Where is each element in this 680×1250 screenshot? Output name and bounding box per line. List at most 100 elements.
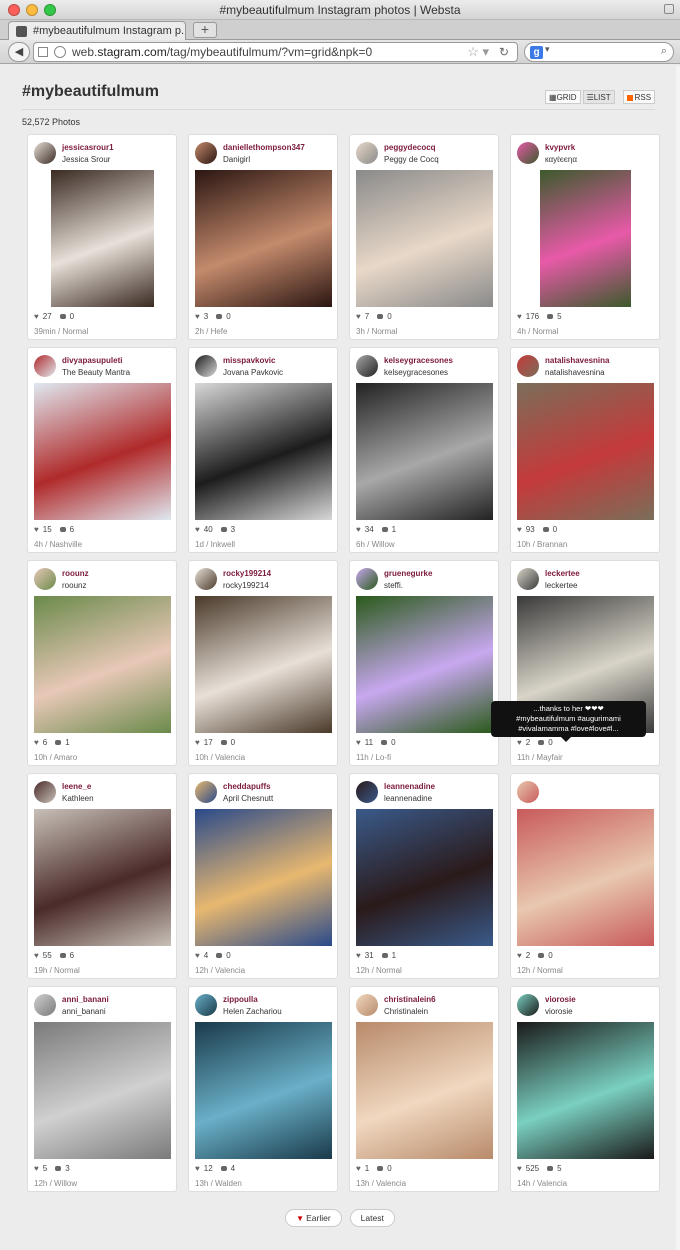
avatar[interactable]	[356, 142, 378, 164]
username-link[interactable]: kelseygracesones	[384, 356, 453, 365]
username-link[interactable]: roounz	[62, 569, 89, 578]
list-view-button[interactable]: ☰LIST	[582, 90, 615, 104]
photo-card[interactable]: leene_e Kathleen ♥ 55 6 19h / Normal	[27, 773, 177, 979]
comment-icon[interactable]	[538, 953, 545, 958]
heart-icon[interactable]: ♥	[517, 525, 522, 534]
photo-thumbnail[interactable]	[34, 170, 171, 307]
comment-icon[interactable]	[538, 740, 545, 745]
chevron-down-icon[interactable]: ▾	[545, 44, 550, 55]
avatar[interactable]	[34, 994, 56, 1016]
username-link[interactable]: viorosie	[545, 995, 576, 1004]
comment-icon[interactable]	[381, 740, 388, 745]
username-link[interactable]: jessicasrour1	[62, 143, 114, 152]
photo-card[interactable]: viorosie viorosie ♥ 525 5 14h / Valencia	[510, 986, 660, 1192]
heart-icon[interactable]: ♥	[356, 312, 361, 321]
heart-icon[interactable]: ♥	[356, 1164, 361, 1173]
username-link[interactable]: christinalein6	[384, 995, 436, 1004]
browser-tab[interactable]: #mybeautifulmum Instagram p...	[8, 21, 186, 40]
comment-icon[interactable]	[381, 527, 388, 532]
photo-thumbnail[interactable]	[356, 383, 493, 520]
photo-card[interactable]: rocky199214 rocky199214 ♥ 17 0 10h / Valencia	[188, 560, 338, 766]
scrollbar[interactable]	[676, 66, 680, 1250]
comment-icon[interactable]	[59, 314, 66, 319]
username-link[interactable]: daniellethompson347	[223, 143, 305, 152]
photo-card[interactable]: zippoulla Helen Zachariou ♥ 12 4 13h / Walden	[188, 986, 338, 1192]
avatar[interactable]	[34, 568, 56, 590]
avatar[interactable]	[356, 568, 378, 590]
heart-icon[interactable]: ♥	[195, 312, 200, 321]
username-link[interactable]: gruenegurke	[384, 569, 432, 578]
latest-button[interactable]: Latest	[349, 1209, 395, 1227]
avatar[interactable]	[34, 781, 56, 803]
photo-thumbnail[interactable]	[34, 383, 171, 520]
photo-thumbnail[interactable]	[517, 383, 654, 520]
photo-card[interactable]: kelseygracesones kelseygracesones ♥ 34 1 6h /…	[349, 347, 499, 553]
photo-thumbnail[interactable]	[517, 1022, 654, 1159]
comment-icon[interactable]	[542, 527, 549, 532]
comment-icon[interactable]	[216, 953, 223, 958]
grid-view-button[interactable]: ▦GRID	[545, 90, 581, 104]
photo-card[interactable]: roounz roounz ♥ 6 1 10h / Amaro	[27, 560, 177, 766]
avatar[interactable]	[517, 994, 539, 1016]
username-link[interactable]: leene_e	[62, 782, 91, 791]
photo-thumbnail[interactable]	[195, 596, 332, 733]
username-link[interactable]: cheddapuffs	[223, 782, 271, 791]
photo-thumbnail[interactable]	[34, 596, 171, 733]
avatar[interactable]	[356, 781, 378, 803]
photo-card[interactable]: daniellethompson347 Danigirl ♥ 3 0 2h / Hefe	[188, 134, 338, 340]
comment-icon[interactable]	[220, 1166, 227, 1171]
earlier-button[interactable]: ▼ Earlier	[285, 1209, 342, 1227]
heart-icon[interactable]: ♥	[195, 738, 200, 747]
heart-icon[interactable]: ♥	[195, 1164, 200, 1173]
comment-icon[interactable]	[381, 953, 388, 958]
comment-icon[interactable]	[377, 314, 384, 319]
photo-card[interactable]: jessicasrour1 Jessica Srour ♥ 27 0 39min / No…	[27, 134, 177, 340]
comment-icon[interactable]	[220, 740, 227, 745]
fullscreen-icon[interactable]	[664, 4, 674, 14]
username-link[interactable]: divyapasupuleti	[62, 356, 122, 365]
heart-icon[interactable]: ♥	[356, 738, 361, 747]
comment-icon[interactable]	[547, 314, 554, 319]
username-link[interactable]: leckertee	[545, 569, 580, 578]
avatar[interactable]	[356, 994, 378, 1016]
avatar[interactable]	[34, 355, 56, 377]
photo-thumbnail[interactable]	[517, 170, 654, 307]
photo-thumbnail[interactable]	[517, 809, 654, 946]
avatar[interactable]	[517, 781, 539, 803]
username-link[interactable]: peggydecocq	[384, 143, 436, 152]
photo-thumbnail[interactable]	[356, 596, 493, 733]
reload-icon[interactable]: ↻	[499, 43, 509, 61]
photo-thumbnail[interactable]	[356, 170, 493, 307]
photo-card[interactable]: kvypvrk кαуℓєєηα ♥ 176 5 4h / Normal	[510, 134, 660, 340]
rss-button[interactable]: RSS	[622, 90, 656, 104]
heart-icon[interactable]: ♥	[517, 1164, 522, 1173]
avatar[interactable]	[195, 142, 217, 164]
username-link[interactable]: rocky199214	[223, 569, 271, 578]
photo-thumbnail[interactable]	[34, 1022, 171, 1159]
bookmark-star-icon[interactable]: ☆ ▾	[467, 43, 489, 61]
heart-icon[interactable]: ♥	[195, 525, 200, 534]
comment-icon[interactable]	[59, 953, 66, 958]
heart-icon[interactable]: ♥	[517, 312, 522, 321]
avatar[interactable]	[517, 355, 539, 377]
comment-icon[interactable]	[377, 1166, 384, 1171]
heart-icon[interactable]: ♥	[517, 951, 522, 960]
avatar[interactable]	[195, 355, 217, 377]
comment-icon[interactable]	[59, 527, 66, 532]
photo-thumbnail[interactable]	[195, 1022, 332, 1159]
photo-card[interactable]: natalishavesnina natalishavesnina ♥ 93 0 10h …	[510, 347, 660, 553]
username-link[interactable]: leannenadine	[384, 782, 435, 791]
top-sites-icon[interactable]	[38, 47, 48, 57]
username-link[interactable]: kvypvrk	[545, 143, 575, 152]
address-bar[interactable]: web.stagram.com/tag/mybeautifulmum/?vm=g…	[33, 42, 518, 62]
avatar[interactable]	[517, 568, 539, 590]
avatar[interactable]	[34, 142, 56, 164]
photo-thumbnail[interactable]	[356, 809, 493, 946]
heart-icon[interactable]: ♥	[356, 951, 361, 960]
photo-thumbnail[interactable]	[195, 170, 332, 307]
username-link[interactable]: natalishavesnina	[545, 356, 609, 365]
back-button[interactable]: ◀	[8, 42, 30, 62]
comment-icon[interactable]	[220, 527, 227, 532]
comment-icon[interactable]	[55, 1166, 62, 1171]
comment-icon[interactable]	[55, 740, 62, 745]
